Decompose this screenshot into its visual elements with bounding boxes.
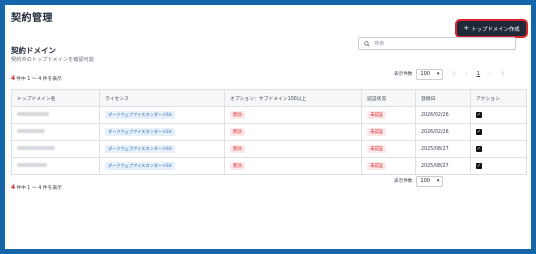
search-placeholder: 検索	[374, 41, 385, 47]
page-nav: |‹ ‹ 1 › ›|	[452, 71, 504, 77]
result-count-text: 件中 1 〜 4 件を表示	[16, 186, 62, 191]
col-action: アクション	[470, 89, 527, 107]
result-count-number: 4	[11, 184, 16, 191]
search-icon	[364, 40, 370, 47]
action-cell: ✓	[470, 123, 527, 141]
main-panel: 契約管理 + トップドメイン作成 契約ドメイン 契約中のトップドメインを確認可能…	[5, 5, 531, 249]
license-tag: ダークウェブアイスタンダードEd	[105, 111, 175, 119]
chevron-down-icon: ▾	[436, 71, 440, 77]
prev-page-button[interactable]: ‹	[465, 71, 467, 77]
section-title: 契約ドメイン	[11, 46, 56, 55]
first-page-button[interactable]: |‹	[452, 71, 456, 77]
domain-cell	[11, 157, 100, 175]
option-badge: 無効	[230, 162, 245, 170]
table-row: ダークウェブアイスタンダードEd 無効 未認証 2026/02/26 ✓	[11, 106, 527, 124]
domain-cell	[11, 140, 100, 158]
option-badge: 無効	[230, 111, 245, 119]
status-cell: 未認証	[361, 123, 416, 141]
col-domain: トップドメイン名	[11, 89, 100, 107]
pagination-bottom: 表示件数 100 ▾	[394, 175, 444, 187]
license-cell: ダークウェブアイスタンダードEd	[99, 157, 225, 175]
checkbox[interactable]: ✓	[476, 146, 482, 152]
per-page-label: 表示件数	[394, 179, 413, 184]
result-count-text: 件中 1 〜 4 件を表示	[16, 77, 62, 82]
status-cell: 未認証	[361, 157, 416, 175]
option-cell: 無効	[224, 123, 362, 141]
chevron-down-icon: ▾	[436, 178, 440, 184]
per-page-select[interactable]: 100 ▾	[416, 175, 444, 187]
status-cell: 未認証	[361, 140, 416, 158]
option-cell: 無効	[224, 157, 362, 175]
action-cell: ✓	[470, 157, 527, 175]
redacted-domain	[17, 163, 47, 168]
table-row: ダークウェブアイスタンダードEd 無効 未認証 2025/08/27 ✓	[11, 157, 527, 175]
table-row: ダークウェブアイスタンダードEd 無効 未認証 2026/02/26 ✓	[11, 123, 527, 141]
next-page-button[interactable]: ›	[489, 71, 491, 77]
option-badge: 無効	[230, 145, 245, 153]
status-badge: 未認証	[367, 162, 387, 170]
license-cell: ダークウェブアイスタンダードEd	[99, 106, 225, 124]
action-cell: ✓	[470, 140, 527, 158]
current-page[interactable]: 1	[477, 71, 481, 77]
date-cell: 2025/08/27	[415, 157, 471, 175]
domain-cell	[11, 106, 100, 124]
license-tag: ダークウェブアイスタンダードEd	[105, 162, 175, 170]
per-page-value: 100	[420, 71, 430, 77]
checkbox[interactable]: ✓	[476, 129, 482, 135]
license-tag: ダークウェブアイスタンダードEd	[105, 145, 175, 153]
status-badge: 未認証	[367, 145, 387, 153]
checkbox[interactable]: ✓	[476, 163, 482, 169]
col-status: 認証状況	[361, 89, 416, 107]
pagination-top: 表示件数 100 ▾ |‹ ‹ 1 › ›|	[394, 68, 504, 80]
create-button-label: トップドメイン作成	[471, 26, 520, 33]
result-count-bottom: 4件中 1 〜 4 件を表示	[11, 184, 62, 191]
table-header-row: トップドメイン名 ライセンス オプション：サブドメイン100以上 認証状況 登録…	[11, 89, 527, 107]
redacted-domain	[17, 129, 45, 134]
per-page-label: 表示件数	[394, 72, 413, 77]
redacted-domain	[17, 146, 55, 151]
last-page-button[interactable]: ›|	[500, 71, 504, 77]
domain-table: トップドメイン名 ライセンス オプション：サブドメイン100以上 認証状況 登録…	[11, 89, 527, 175]
status-cell: 未認証	[361, 106, 416, 124]
per-page-value: 100	[420, 178, 430, 184]
action-cell: ✓	[470, 106, 527, 124]
checkbox[interactable]: ✓	[476, 112, 482, 118]
option-cell: 無効	[224, 106, 362, 124]
per-page-select[interactable]: 100 ▾	[416, 68, 444, 80]
page-title: 契約管理	[11, 13, 53, 24]
search-input[interactable]: 検索	[358, 37, 516, 50]
status-badge: 未認証	[367, 111, 387, 119]
col-date: 登録日	[415, 89, 471, 107]
table-row: ダークウェブアイスタンダードEd 無効 未認証 2025/08/27 ✓	[11, 140, 527, 158]
license-cell: ダークウェブアイスタンダードEd	[99, 140, 225, 158]
domain-cell	[11, 123, 100, 141]
option-badge: 無効	[230, 128, 245, 136]
create-top-domain-button[interactable]: + トップドメイン作成	[457, 21, 526, 36]
col-license: ライセンス	[99, 89, 225, 107]
redacted-domain	[17, 112, 49, 117]
date-cell: 2025/08/27	[415, 140, 471, 158]
date-cell: 2026/02/26	[415, 123, 471, 141]
result-count-number: 4	[11, 75, 16, 82]
col-option: オプション：サブドメイン100以上	[224, 89, 362, 107]
status-badge: 未認証	[367, 128, 387, 136]
section-subtitle: 契約中のトップドメインを確認可能	[11, 57, 95, 63]
license-cell: ダークウェブアイスタンダードEd	[99, 123, 225, 141]
plus-icon: +	[463, 24, 470, 32]
result-count-top: 4件中 1 〜 4 件を表示	[11, 75, 62, 82]
option-cell: 無効	[224, 140, 362, 158]
license-tag: ダークウェブアイスタンダードEd	[105, 128, 175, 136]
date-cell: 2026/02/26	[415, 106, 471, 124]
